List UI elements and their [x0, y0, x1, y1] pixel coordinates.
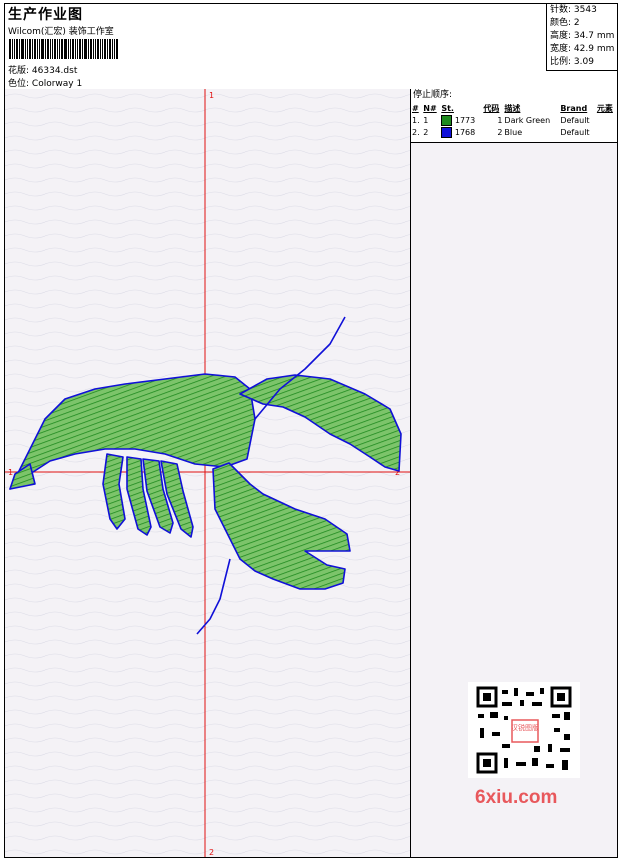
axis-label-top: 1: [209, 91, 214, 100]
table-row: 1. 1 1773 1 Dark Green Default: [412, 114, 590, 126]
stop-sequence-title: 停止顺序:: [413, 90, 453, 100]
stat-colors: 颜色: 2: [550, 18, 580, 28]
color-swatch: [441, 126, 453, 138]
stat-scale: 比例: 3.09: [550, 57, 594, 67]
color-swatch: [441, 114, 453, 126]
page-title: 生产作业图: [8, 7, 83, 23]
watermark: 6xiu.com: [475, 787, 558, 808]
col-description: 描述: [504, 103, 521, 113]
file-line: 花版: 46334.dst: [8, 63, 77, 76]
file-value: 46334.dst: [31, 66, 78, 76]
stat-stitches: 针数: 3543: [550, 5, 597, 15]
design-canvas: 1 2 1 2: [5, 89, 411, 857]
table-row: 2. 2 1768 2 Blue Default: [412, 126, 590, 138]
col-brand: Brand: [560, 103, 588, 113]
stat-width: 宽度: 42.9 mm: [550, 44, 615, 54]
company-name: Wilcom(汇宏) 装饰工作室: [8, 27, 114, 37]
color-sequence-box: 停止顺序: # N# St. 代码 描述 Brand 元素 1. 1 1773 …: [411, 89, 617, 143]
colorway-value: Colorway 1: [31, 79, 83, 89]
design-stats: 针数: 3543 颜色: 2 高度: 34.7 mm 宽度: 42.9 mm 比…: [546, 4, 617, 71]
col-stitches: St.: [441, 103, 454, 113]
col-element: 元素: [596, 103, 613, 113]
qr-badge: 汉锐图版: [511, 723, 539, 732]
qr-code-icon: 汉锐图版: [468, 682, 580, 778]
stat-height: 高度: 34.7 mm: [550, 31, 615, 41]
file-label: 花版:: [8, 66, 30, 76]
col-number: N#: [423, 103, 437, 113]
col-index: #: [412, 103, 419, 113]
barcode: [9, 39, 139, 59]
colorway-label: 色位:: [8, 79, 30, 89]
axis-label-left: 1: [8, 468, 13, 477]
axis-label-bottom: 2: [209, 848, 214, 857]
colorway-line: 色位: Colorway 1: [8, 76, 82, 89]
sheet-header: 生产作业图 Wilcom(汇宏) 装饰工作室 花版: 46334.dst 色位:…: [5, 4, 617, 90]
embroidery-preview: 1 2 1 2: [5, 89, 410, 857]
col-code: 代码: [483, 103, 500, 113]
color-sequence-table: # N# St. 代码 描述 Brand 元素 1. 1 1773 1 Dark…: [411, 102, 617, 138]
